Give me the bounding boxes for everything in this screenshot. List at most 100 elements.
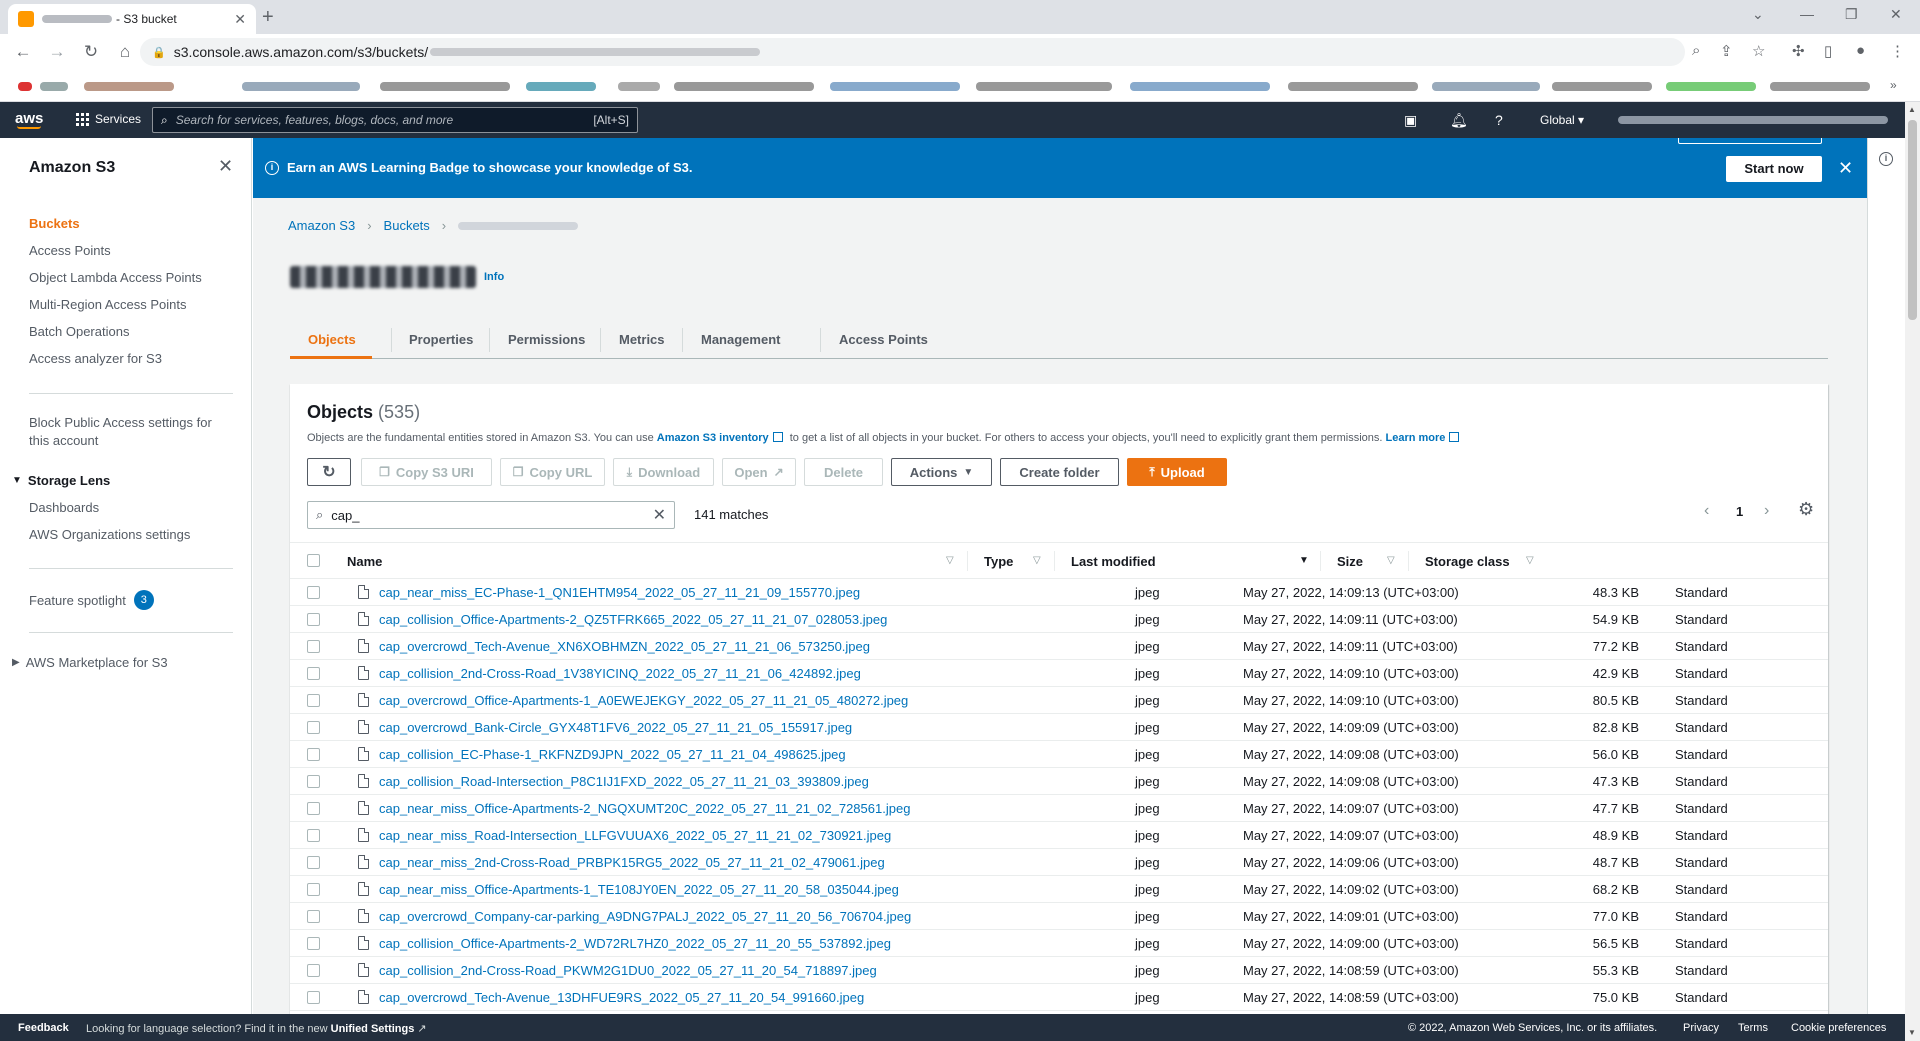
table-row[interactable]: cap_collision_Office-Apartments-2_QZ5TFR… bbox=[290, 606, 1828, 633]
actions-dropdown[interactable]: Actions ▼ bbox=[891, 458, 992, 486]
cookie-preferences-link[interactable]: Cookie preferences bbox=[1791, 1022, 1886, 1034]
close-window-icon[interactable]: ✕ bbox=[1890, 6, 1902, 23]
gear-icon[interactable]: ⚙ bbox=[1798, 499, 1814, 520]
object-name-link[interactable]: cap_collision_Road-Intersection_P8C1IJ1F… bbox=[379, 774, 869, 789]
extensions-icon[interactable]: ✣ bbox=[1792, 42, 1805, 60]
notifications-bell-icon[interactable]: 🔔︎ bbox=[1450, 112, 1468, 129]
feedback-link[interactable]: Feedback bbox=[18, 1022, 69, 1034]
sort-icon[interactable]: ▽ bbox=[946, 555, 954, 566]
sidebar-item-access-analyzer[interactable]: Access analyzer for S3 bbox=[29, 351, 162, 366]
sidebar-item-batch-operations[interactable]: Batch Operations bbox=[29, 324, 129, 339]
breadcrumb-amazon-s3[interactable]: Amazon S3 bbox=[288, 218, 355, 233]
forward-icon[interactable]: → bbox=[46, 42, 68, 62]
object-name-link[interactable]: cap_near_miss_Office-Apartments-2_NGQXUM… bbox=[379, 801, 910, 816]
object-name-link[interactable]: cap_overcrowd_Bank-Circle_GYX48T1FV6_202… bbox=[379, 720, 852, 735]
row-checkbox[interactable] bbox=[307, 721, 320, 734]
page-number[interactable]: 1 bbox=[1736, 504, 1743, 519]
row-checkbox[interactable] bbox=[307, 856, 320, 869]
tab-management[interactable]: Management bbox=[682, 332, 780, 347]
region-selector[interactable]: Global ▾ bbox=[1540, 113, 1584, 127]
terms-link[interactable]: Terms bbox=[1738, 1022, 1768, 1034]
tab-metrics[interactable]: Metrics bbox=[600, 332, 665, 347]
open-button[interactable]: Open ↗ bbox=[722, 458, 796, 486]
bookmark-item[interactable] bbox=[18, 82, 32, 91]
find-objects-input[interactable]: ⌕ cap_ ✕ bbox=[307, 501, 675, 529]
bookmark-item[interactable] bbox=[1770, 82, 1870, 91]
bookmark-item[interactable] bbox=[380, 82, 510, 91]
row-checkbox[interactable] bbox=[307, 586, 320, 599]
copy-url-button[interactable]: ❐ Copy URL bbox=[500, 458, 605, 486]
row-checkbox[interactable] bbox=[307, 640, 320, 653]
object-name-link[interactable]: cap_overcrowd_Tech-Avenue_XN6XOBHMZN_202… bbox=[379, 639, 870, 654]
bookmark-item[interactable] bbox=[242, 82, 360, 91]
start-now-button[interactable]: Start now bbox=[1726, 156, 1822, 182]
row-checkbox[interactable] bbox=[307, 694, 320, 707]
row-checkbox[interactable] bbox=[307, 937, 320, 950]
object-name-link[interactable]: cap_collision_Office-Apartments-2_WD72RL… bbox=[379, 936, 891, 951]
bookmark-item[interactable] bbox=[1666, 82, 1756, 91]
table-row[interactable]: cap_near_miss_2nd-Cross-Road_PRBPK15RG5_… bbox=[290, 849, 1828, 876]
object-name-link[interactable]: cap_collision_Office-Apartments-2_QZ5TFR… bbox=[379, 612, 887, 627]
breadcrumb-buckets[interactable]: Buckets bbox=[384, 218, 430, 233]
object-name-link[interactable]: cap_overcrowd_Company-car-parking_A9DNG7… bbox=[379, 909, 911, 924]
bookmark-star-icon[interactable]: ☆ bbox=[1752, 42, 1765, 60]
object-name-link[interactable]: cap_collision_EC-Phase-1_RKFNZD9JPN_2022… bbox=[379, 747, 846, 762]
share-icon[interactable]: ⇪ bbox=[1720, 42, 1733, 60]
tab-objects[interactable]: Objects bbox=[308, 332, 356, 347]
row-checkbox[interactable] bbox=[307, 991, 320, 1004]
help-icon[interactable]: ? bbox=[1495, 112, 1503, 128]
table-row[interactable]: cap_overcrowd_Company-car-parking_A9DNG7… bbox=[290, 903, 1828, 930]
account-menu[interactable] bbox=[1618, 116, 1888, 124]
marketplace-toggle[interactable]: ▶ AWS Marketplace for S3 bbox=[12, 655, 168, 670]
bookmark-item[interactable] bbox=[674, 82, 814, 91]
bookmark-item[interactable] bbox=[526, 82, 596, 91]
refresh-button[interactable]: ↻ bbox=[307, 458, 351, 486]
page-scrollbar[interactable]: ▲ ▼ bbox=[1905, 102, 1920, 1041]
table-row[interactable]: cap_collision_2nd-Cross-Road_1V38YICINQ_… bbox=[290, 660, 1828, 687]
sidebar-item-feature-spotlight[interactable]: Feature spotlight 3 bbox=[29, 590, 154, 610]
sidebar-item-buckets[interactable]: Buckets bbox=[29, 216, 80, 231]
sort-icon[interactable]: ▽ bbox=[1033, 555, 1041, 566]
reload-icon[interactable]: ↻ bbox=[80, 42, 102, 62]
object-name-link[interactable]: cap_near_miss_2nd-Cross-Road_PRBPK15RG5_… bbox=[379, 855, 885, 870]
info-panel-icon[interactable]: i bbox=[1879, 152, 1893, 166]
dismiss-banner-icon[interactable]: ✕ bbox=[1838, 158, 1853, 179]
object-name-link[interactable]: cap_collision_2nd-Cross-Road_1V38YICINQ_… bbox=[379, 666, 861, 681]
create-folder-button[interactable]: Create folder bbox=[1000, 458, 1119, 486]
col-name[interactable]: Name bbox=[347, 554, 382, 569]
table-row[interactable]: cap_overcrowd_Office-Apartments-1_A0EWEJ… bbox=[290, 687, 1828, 714]
object-name-link[interactable]: cap_overcrowd_Office-Apartments-1_A0EWEJ… bbox=[379, 693, 908, 708]
object-name-link[interactable]: cap_collision_2nd-Cross-Road_PKWM2G1DU0_… bbox=[379, 963, 877, 978]
object-name-link[interactable]: cap_near_miss_EC-Phase-1_QN1EHTM954_2022… bbox=[379, 585, 860, 600]
table-row[interactable]: cap_collision_2nd-Cross-Road_PKWM2G1DU0_… bbox=[290, 957, 1828, 984]
sidebar-item-multi-region[interactable]: Multi-Region Access Points bbox=[29, 297, 187, 312]
learn-more-link[interactable]: Learn more bbox=[1386, 432, 1446, 444]
zoom-icon[interactable]: ⌕ bbox=[1692, 42, 1700, 59]
minimize-icon[interactable]: — bbox=[1800, 6, 1814, 22]
row-checkbox[interactable] bbox=[307, 667, 320, 680]
col-last-modified[interactable]: Last modified bbox=[1071, 554, 1156, 569]
scrollbar-thumb[interactable] bbox=[1908, 120, 1917, 320]
sidebar-item-access-points[interactable]: Access Points bbox=[29, 243, 111, 258]
bookmark-item[interactable] bbox=[1130, 82, 1270, 91]
bookmark-item[interactable] bbox=[1432, 82, 1540, 91]
bookmark-item[interactable] bbox=[830, 82, 960, 91]
scroll-up-icon[interactable]: ▲ bbox=[1908, 105, 1916, 114]
sidebar-item-org-settings[interactable]: AWS Organizations settings bbox=[29, 527, 190, 542]
table-row[interactable]: cap_collision_Road-Intersection_P8C1IJ1F… bbox=[290, 768, 1828, 795]
s3-inventory-link[interactable]: Amazon S3 inventory bbox=[657, 432, 769, 444]
table-row[interactable]: cap_near_miss_Office-Apartments-2_NGQXUM… bbox=[290, 795, 1828, 822]
table-row[interactable]: cap_near_miss_Road-Intersection_LLFGVUUA… bbox=[290, 822, 1828, 849]
services-menu[interactable]: Services bbox=[76, 112, 141, 126]
bookmark-item[interactable] bbox=[84, 82, 174, 91]
delete-button[interactable]: Delete bbox=[804, 458, 883, 486]
tab-permissions[interactable]: Permissions bbox=[489, 332, 585, 347]
tab-properties[interactable]: Properties bbox=[391, 332, 473, 347]
table-row[interactable]: cap_overcrowd_Tech-Avenue_13DHFUE9RS_202… bbox=[290, 984, 1828, 1011]
chrome-menu-icon[interactable]: ⋮ bbox=[1890, 42, 1905, 60]
download-button[interactable]: ⤓ Download bbox=[613, 458, 714, 486]
table-row[interactable]: cap_near_miss_EC-Phase-1_QN1EHTM954_2022… bbox=[290, 579, 1828, 606]
tab-access-points[interactable]: Access Points bbox=[820, 332, 928, 347]
row-checkbox[interactable] bbox=[307, 775, 320, 788]
bookmark-item[interactable] bbox=[618, 82, 660, 91]
